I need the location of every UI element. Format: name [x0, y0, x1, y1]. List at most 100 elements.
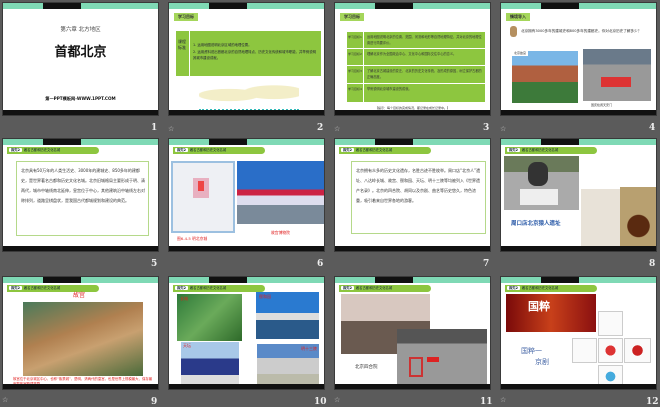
- slide-top-bar: [501, 277, 656, 283]
- slide-top-bar: [3, 277, 158, 283]
- section-pill: 探究2 著名古都和历史文化名城: [7, 147, 99, 154]
- animation-icon[interactable]: ☆: [500, 125, 506, 133]
- pill-label: 著名古都和历史文化名城: [189, 148, 227, 152]
- animation-icon[interactable]: ☆: [334, 396, 340, 404]
- slide-number: 9: [151, 397, 158, 407]
- body-text: 北京拥有众多的历史文化遗存，名胜古迹不胜枚举。周口店“北京人”遗址、八达岭长城、…: [356, 168, 481, 203]
- slide-bottom-bar: [501, 384, 656, 389]
- slide-bottom-bar: [501, 110, 656, 115]
- pill-key: 探究2: [175, 148, 188, 152]
- animation-icon[interactable]: ☆: [500, 396, 506, 404]
- opera-mask-image: [572, 338, 597, 363]
- slide-top-bar: [335, 3, 490, 9]
- slide-top-bar: [501, 3, 656, 9]
- slide-top-bar: [3, 139, 158, 145]
- slide-number: 8: [649, 259, 656, 269]
- row-key: 学习目标3: [348, 69, 362, 73]
- photo-caption: 北京四合院: [355, 365, 378, 370]
- slide-thumbnail-11[interactable]: 探究2 著名古都和历史文化名城 北京四合院: [334, 276, 491, 390]
- photo-label: 明十三陵: [301, 346, 317, 351]
- slide-thumbnail-10[interactable]: 探究2 著名古都和历史文化名城 长城 颐和园 天坛 明十三陵: [168, 276, 325, 390]
- slide-number: 5: [151, 259, 158, 269]
- objective-box: 课程标准 1. 运用地图说明北京区域的地理位置。 2. 运用资料说出首都北京的自…: [176, 31, 321, 76]
- slide-thumbnail-7[interactable]: 探究2 著名古都和历史文化名城 北京拥有众多的历史文化遗存，名胜古迹不胜枚举。周口…: [334, 138, 491, 252]
- slide-top-bar: [169, 139, 324, 145]
- forbidden-city-photo: 北京故宫: [512, 51, 578, 103]
- forbidden-city-aerial-photo: [23, 302, 143, 376]
- slide-number: 1: [151, 123, 158, 133]
- section-pill: 探究2 著名古都和历史文化名城: [505, 285, 597, 292]
- opera-mask-image: [624, 338, 651, 363]
- section-pill: 探究2 著名古都和历史文化名城: [339, 285, 431, 292]
- site-caption: 周口店北京猿人遗址: [511, 221, 561, 227]
- banner-text: 国粹: [528, 300, 550, 313]
- slide-thumbnail-9[interactable]: 探究2 著名古都和历史文化名城 故宫 故宫位于北京城区中心，也称“紫禁城”，是明、…: [2, 276, 159, 390]
- pill-label: 著名古都和历史文化名城: [355, 286, 393, 290]
- photo-label: 天坛: [183, 343, 191, 348]
- slide-thumbnail-4[interactable]: 情境导入 北京拥有3000多年的建城史和800多年的建都史。你对北京历史了解多少…: [500, 2, 657, 116]
- photo-caption: 故宫博物院: [271, 230, 290, 235]
- caption-line-1: 国粹一: [521, 347, 542, 355]
- pill-key: 探究2: [9, 286, 22, 290]
- pill-key: 探究2: [341, 148, 354, 152]
- section-pill: 探究2 著名古都和历史文化名城: [505, 147, 597, 154]
- slide-heading: 故宫: [73, 292, 86, 299]
- slide-thumbnail-6[interactable]: 探究2 著名古都和历史文化名城 图6-4-5 明北京城 故宫博物院: [168, 138, 325, 252]
- photo-label: 长城: [180, 296, 188, 301]
- slide-top-bar: [3, 3, 158, 9]
- slide-thumbnail-5[interactable]: 探究2 著名古都和历史文化名城 北京具有50万年的人类生活史、3000年的建城史、…: [2, 138, 159, 252]
- objectives-table: 学习目标1 运用地图说明北京的位置、范围、河流和地形等自然地理特征，并对北京的地…: [347, 32, 485, 102]
- opera-mask-image: [598, 311, 623, 336]
- chapter-title: 第六章 北方地区: [60, 27, 101, 33]
- caption-line-2: 京剧: [535, 358, 549, 366]
- row-value: 举例说明北京城市建设的成就。: [367, 87, 412, 91]
- section-pill: 探究2 著名古都和历史文化名城: [7, 285, 99, 292]
- text-box: 北京具有50万年的人类生活史、3000年的建城史、850多年的建都史，是世界著名…: [16, 161, 149, 236]
- row-value: 运用地图说明北京的位置、范围、河流和地形等自然地理特征，并对北京的地理位置进行简…: [367, 35, 482, 45]
- slide-bottom-bar: [501, 246, 656, 251]
- cave-photo: [620, 187, 656, 247]
- animation-icon[interactable]: ☆: [2, 396, 8, 404]
- objective-line-1: 1. 运用地图说明北京区域的地理位置。: [193, 43, 252, 47]
- slide-bottom-bar: [335, 110, 490, 115]
- section-tag: 学习目标: [340, 13, 364, 21]
- section-tag: 学习目标: [174, 13, 198, 21]
- slide-number: 11: [480, 397, 493, 407]
- slide-top-bar: [501, 139, 656, 145]
- slide-thumbnail-12[interactable]: 探究2 著名古都和历史文化名城 国粹 国粹一 京剧: [500, 276, 657, 390]
- section-tag: 情境导入: [506, 13, 530, 21]
- slide-top-bar: [335, 277, 490, 283]
- slide-thumbnail-2[interactable]: 学习目标 课程标准 1. 运用地图说明北京区域的地理位置。 2. 运用资料说出首…: [168, 2, 325, 116]
- slide-thumbnail-3[interactable]: 学习目标 学习目标1 运用地图说明北京的位置、范围、河流和地形等自然地理特征，并…: [334, 2, 491, 116]
- opera-mask-image: [598, 338, 623, 363]
- section-pill: 探究2 著名古都和历史文化名城: [173, 285, 265, 292]
- summer-palace-photo: 颐和园: [256, 292, 319, 339]
- slide-thumbnail-8[interactable]: 探究2 著名古都和历史文化名城 周口店北京猿人遗址: [500, 138, 657, 252]
- row-key: 学习目标4: [348, 87, 362, 91]
- slide-number: 7: [483, 259, 490, 269]
- animation-icon[interactable]: ☆: [168, 125, 174, 133]
- row-key: 学习目标1: [348, 35, 362, 39]
- pill-key: 探究2: [341, 286, 354, 290]
- siheyuan-gate-photo: [397, 329, 487, 387]
- slide-bottom-bar: [3, 384, 158, 389]
- slide-top-bar: [335, 139, 490, 145]
- animation-icon[interactable]: ☆: [334, 125, 340, 133]
- pill-label: 著名古都和历史文化名城: [521, 148, 559, 152]
- slide-thumbnail-1[interactable]: 第六章 北方地区 首都北京 第一PPT模板网-WWW.1PPT.COM: [2, 2, 159, 116]
- pill-key: 探究2: [507, 286, 520, 290]
- cartoon-character-icon: [510, 26, 517, 37]
- row-value: 理解北京作为全国政治中心、文化中心和国际交往中心的意义。: [367, 52, 457, 56]
- text-box: 北京拥有众多的历史文化遗存，名胜古迹不胜枚举。周口店“北京人”遗址、八达岭长城、…: [351, 161, 486, 234]
- section-pill: 探究2 著名古都和历史文化名城: [173, 147, 265, 154]
- slide-bottom-bar: [3, 246, 158, 251]
- slide-bottom-bar: [169, 246, 324, 251]
- peking-man-statue-photo: [504, 156, 579, 210]
- photo-label: 颐和园: [259, 294, 271, 299]
- pill-label: 著名古都和历史文化名城: [189, 286, 227, 290]
- photo-caption: 国庆检阅天安门: [591, 103, 613, 107]
- ming-tombs-photo: 明十三陵: [257, 344, 319, 384]
- slide-bottom-bar: [335, 246, 490, 251]
- pill-key: 探究2: [507, 148, 520, 152]
- human-evolution-photo: [581, 189, 620, 249]
